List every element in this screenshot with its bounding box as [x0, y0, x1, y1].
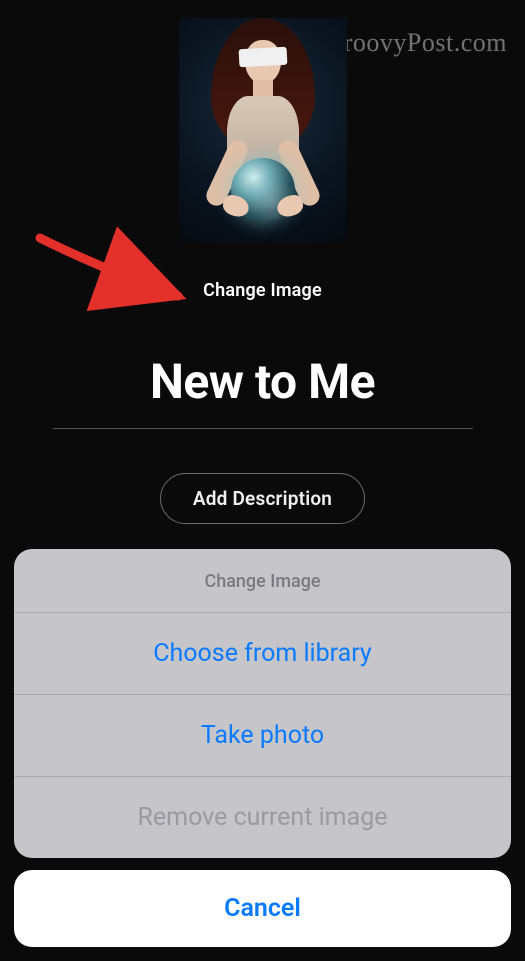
cover-art: [179, 18, 347, 242]
action-sheet: Change Image Choose from library Take ph…: [14, 549, 511, 858]
annotation-arrow-icon: [30, 218, 200, 318]
playlist-edit-screen: groovyPost.com Change Image Add Descript…: [0, 0, 525, 961]
take-photo-option[interactable]: Take photo: [14, 694, 511, 776]
action-sheet-title: Change Image: [14, 549, 511, 613]
action-sheet-container: Change Image Choose from library Take ph…: [14, 549, 511, 947]
change-image-link[interactable]: Change Image: [203, 280, 322, 301]
playlist-title-input[interactable]: [53, 349, 473, 429]
add-description-button[interactable]: Add Description: [160, 473, 365, 524]
remove-current-image-option: Remove current image: [14, 776, 511, 858]
playlist-cover-image[interactable]: [179, 18, 347, 242]
choose-from-library-option[interactable]: Choose from library: [14, 613, 511, 694]
watermark-text: groovyPost.com: [330, 28, 507, 58]
cancel-button[interactable]: Cancel: [14, 870, 511, 947]
